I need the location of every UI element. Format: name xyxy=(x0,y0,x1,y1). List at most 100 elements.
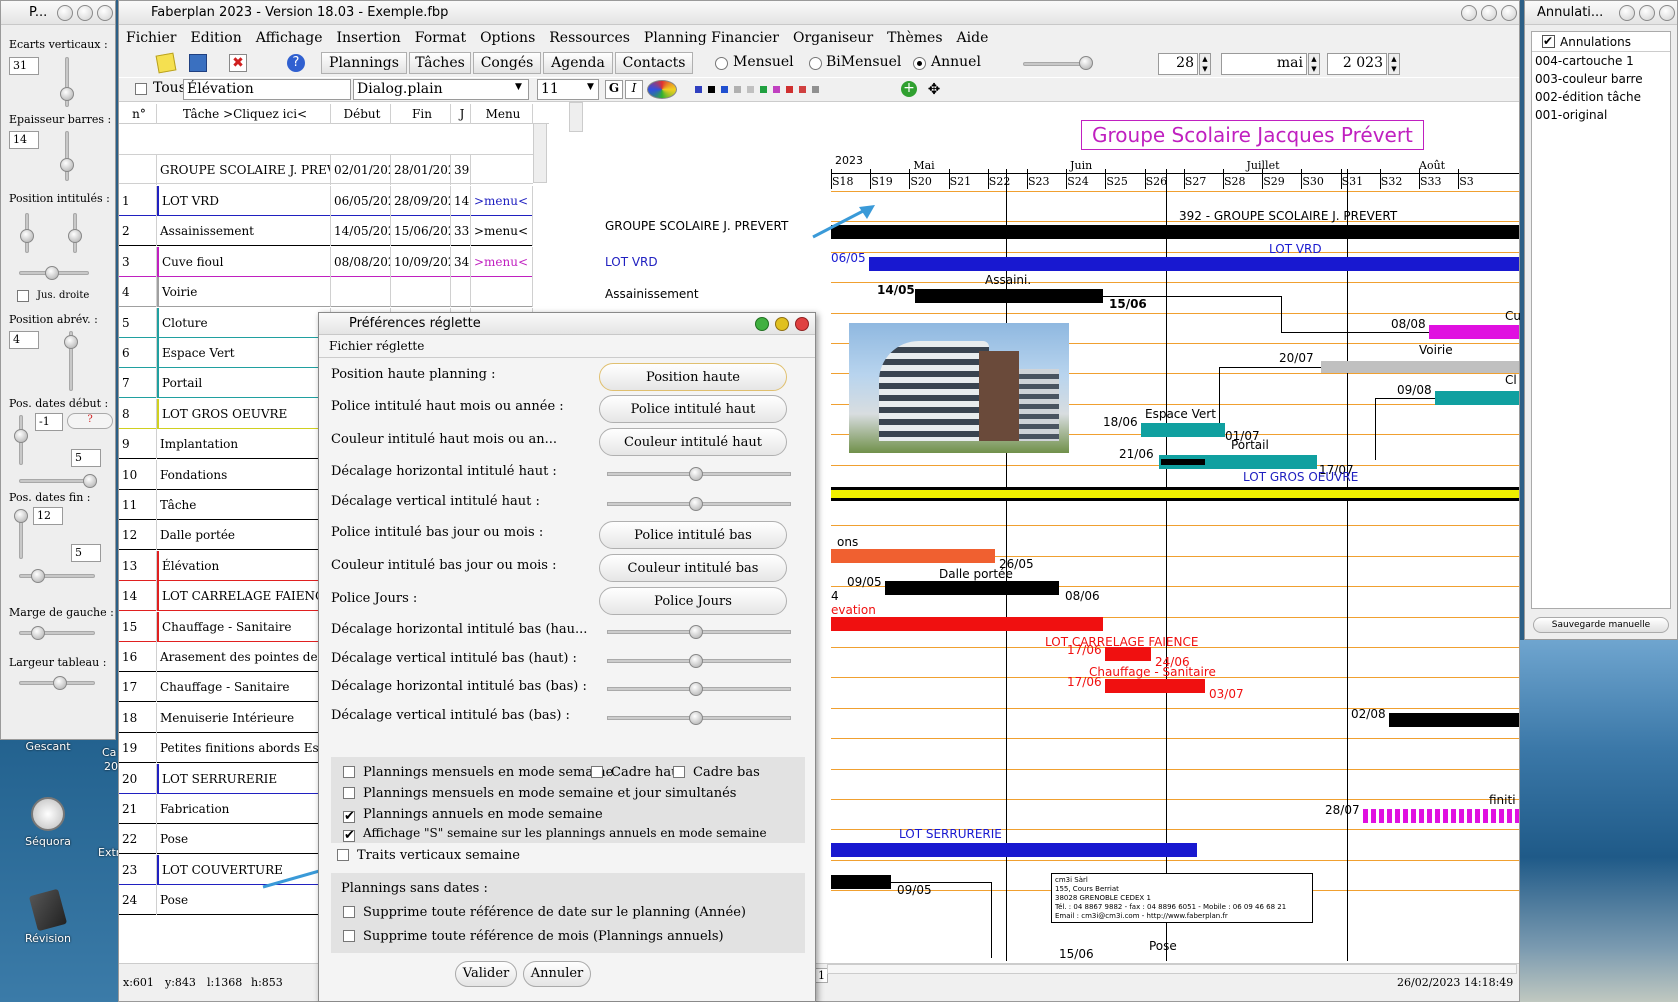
check-mensuels-semaine[interactable]: Plannings mensuels en mode semaine xyxy=(343,765,613,780)
header-fin[interactable]: Fin xyxy=(391,104,451,124)
slider-knob[interactable] xyxy=(60,87,74,101)
assainissement-bar[interactable] xyxy=(915,289,1103,303)
menu-fichier[interactable]: Fichier xyxy=(119,30,184,46)
undo-item[interactable]: 004-cartouche 1 xyxy=(1532,54,1670,72)
day-spinner[interactable]: ▲ ▼ xyxy=(1199,53,1211,75)
row-menu[interactable]: >menu< xyxy=(471,216,533,247)
building-photo[interactable] xyxy=(849,323,1069,453)
color-swatch[interactable] xyxy=(773,86,780,93)
check-cadre-haut[interactable]: Cadre haut xyxy=(591,765,685,780)
pref-button[interactable]: Police intitulé bas xyxy=(599,521,787,549)
menu-themes[interactable]: Thèmes xyxy=(880,30,949,46)
epaisseur-slider[interactable] xyxy=(65,131,69,181)
check-icon[interactable]: ✔ xyxy=(1542,35,1555,48)
checkbox-icon[interactable]: ✔ xyxy=(343,829,355,842)
menu-format[interactable]: Format xyxy=(408,30,473,46)
chevron-down-icon[interactable]: ▼ xyxy=(515,82,522,92)
pos-dates-debut-input[interactable]: -1 xyxy=(35,413,63,431)
close-icon[interactable] xyxy=(97,5,113,21)
yellow-icon[interactable] xyxy=(775,317,789,331)
delete-icon[interactable]: ✖ xyxy=(229,54,247,72)
pref-button[interactable]: Couleur intitulé bas xyxy=(599,554,787,582)
menu-ressources[interactable]: Ressources xyxy=(542,30,637,46)
desktop-icon-sequora[interactable]: Séquora xyxy=(20,797,76,848)
month-spinner[interactable]: ▲ ▼ xyxy=(1308,53,1320,75)
slider-knob[interactable] xyxy=(14,509,28,523)
ecarts-input[interactable]: 31 xyxy=(9,57,39,75)
group-bar[interactable] xyxy=(831,225,1519,239)
jus-droite-checkbox[interactable] xyxy=(17,290,29,302)
color-swatch[interactable] xyxy=(799,86,806,93)
color-swatch[interactable] xyxy=(708,86,715,93)
minimize-icon[interactable] xyxy=(57,5,73,21)
pos-dates-debut-button[interactable]: ? xyxy=(67,413,113,429)
menu-edition[interactable]: Edition xyxy=(184,30,249,46)
slider-knob[interactable] xyxy=(83,474,97,488)
close-icon[interactable] xyxy=(1659,5,1675,21)
dialog-menu-fichier[interactable]: Fichier réglette xyxy=(329,339,424,353)
year-spinner[interactable]: ▲ ▼ xyxy=(1388,53,1400,75)
row-menu[interactable] xyxy=(471,277,533,308)
tab-conges[interactable]: Congés xyxy=(473,52,541,74)
color-swatch[interactable] xyxy=(721,86,728,93)
save-manual-button[interactable]: Sauvegarde manuelle xyxy=(1533,617,1669,633)
pos-dates-fin-input-2[interactable]: 5 xyxy=(71,544,101,562)
cartouche-box[interactable]: cm3i Sàrl 155, Cours Berriat 38028 GRENO… xyxy=(1051,873,1313,923)
fabrication-bar[interactable] xyxy=(831,875,891,889)
slider-knob[interactable] xyxy=(1079,56,1093,70)
radio-annuel[interactable] xyxy=(913,57,926,70)
undo-item[interactable]: 001-original xyxy=(1532,108,1670,126)
header-menu[interactable]: Menu xyxy=(471,104,533,124)
slider-knob[interactable] xyxy=(689,654,703,668)
color-swatch[interactable] xyxy=(786,86,793,93)
menu-affichage[interactable]: Affichage xyxy=(249,30,330,46)
move-icon[interactable]: ✥ xyxy=(925,80,943,98)
checkbox-icon[interactable] xyxy=(337,849,349,861)
add-icon[interactable]: + xyxy=(901,81,917,97)
font-name-select[interactable]: Dialog.plain xyxy=(353,79,529,100)
header-tache[interactable]: Tâche >Cliquez ici< xyxy=(157,104,331,124)
menu-aide[interactable]: Aide xyxy=(950,30,996,46)
chauffage-2-bar[interactable] xyxy=(1389,713,1519,727)
chevron-down-icon[interactable]: ▼ xyxy=(587,82,594,92)
table-scrollbar[interactable] xyxy=(533,123,547,183)
table-row[interactable]: 4 Voirie xyxy=(119,277,533,308)
slider-knob[interactable] xyxy=(14,429,28,443)
color-swatch[interactable] xyxy=(747,86,754,93)
header-debut[interactable]: Début xyxy=(331,104,391,124)
dalle-portee-bar[interactable] xyxy=(885,581,1059,595)
checkbox-icon[interactable] xyxy=(343,906,355,918)
radio-bimensuel[interactable] xyxy=(809,57,822,70)
row-menu[interactable]: >menu< xyxy=(471,186,533,216)
undo-item[interactable]: 003-couleur barre xyxy=(1532,72,1670,90)
green-icon[interactable] xyxy=(755,317,769,331)
row-menu[interactable]: >menu< xyxy=(471,246,533,277)
close-icon[interactable] xyxy=(795,317,809,331)
menu-organiseur[interactable]: Organiseur xyxy=(786,30,880,46)
check-mensuels-simultanes[interactable]: Plannings mensuels en mode semaine et jo… xyxy=(343,786,736,801)
maximize-icon[interactable] xyxy=(1481,5,1497,21)
maximize-icon[interactable] xyxy=(77,5,93,21)
cancel-button[interactable]: Annuler xyxy=(523,961,591,987)
chauffage-bar[interactable] xyxy=(1105,679,1205,693)
check-sans-dates-2[interactable]: Supprime toute référence de mois (Planni… xyxy=(343,929,724,944)
check-annuels-semaine[interactable]: ✔ Plannings annuels en mode semaine xyxy=(343,807,603,823)
slider-knob[interactable] xyxy=(689,625,703,639)
slider-knob[interactable] xyxy=(31,626,45,640)
menu-insertion[interactable]: Insertion xyxy=(329,30,407,46)
slider-knob[interactable] xyxy=(689,467,703,481)
help-icon[interactable]: ? xyxy=(287,54,305,72)
desktop-icon-revision[interactable]: Révision xyxy=(20,888,76,945)
pos-dates-debut-input-2[interactable]: 5 xyxy=(71,449,101,467)
lot-serrurerie-bar[interactable] xyxy=(831,843,1197,857)
check-traits[interactable]: Traits verticaux semaine xyxy=(337,848,520,863)
pref-button[interactable]: Police Jours xyxy=(599,587,787,615)
fondations-bar[interactable] xyxy=(831,549,995,563)
checkbox-icon[interactable] xyxy=(591,766,603,778)
voirie-bar[interactable] xyxy=(1321,361,1519,373)
validate-button[interactable]: Valider xyxy=(455,961,517,987)
pref-button[interactable]: Police intitulé haut xyxy=(599,395,787,423)
radio-mensuel[interactable] xyxy=(715,57,728,70)
pref-button[interactable]: Position haute xyxy=(599,363,787,391)
bold-button[interactable]: G xyxy=(605,80,623,99)
